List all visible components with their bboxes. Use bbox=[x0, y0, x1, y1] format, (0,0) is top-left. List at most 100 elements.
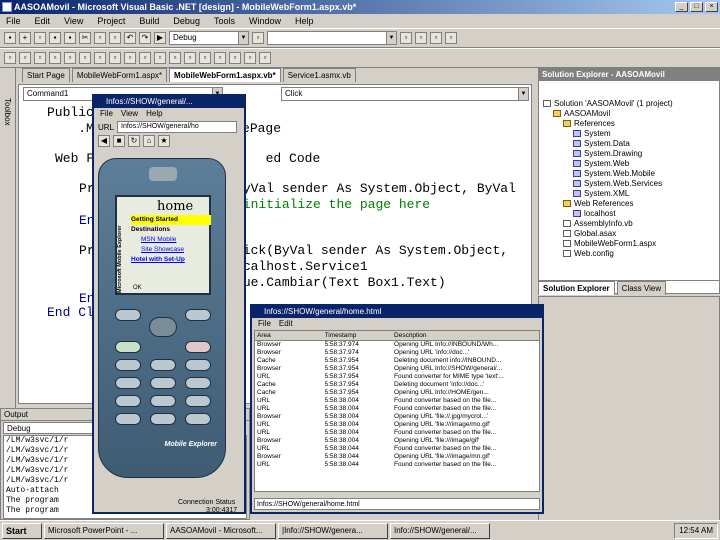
new-project-icon[interactable]: ▪ bbox=[4, 32, 16, 44]
emulator-menu-view[interactable]: View bbox=[121, 108, 138, 120]
tab-class-view[interactable]: Class View bbox=[616, 281, 667, 295]
tree-item[interactable]: System.Data bbox=[543, 139, 673, 149]
phone-key[interactable] bbox=[150, 413, 176, 425]
menu-help[interactable]: Help bbox=[295, 14, 314, 28]
menu-debug[interactable]: Debug bbox=[173, 14, 200, 28]
refresh-icon[interactable]: ↻ bbox=[128, 135, 140, 147]
class-view-icon[interactable]: ▫ bbox=[445, 32, 457, 44]
url-input[interactable]: Infos://SHOW/general/ho bbox=[117, 121, 238, 133]
tree-item[interactable]: Global.asax bbox=[543, 229, 673, 239]
back-icon[interactable]: ◀ bbox=[98, 135, 110, 147]
log-row[interactable]: Browser 5:58:38.004 Opening URL 'file://.j… bbox=[255, 413, 539, 421]
close-button[interactable]: × bbox=[705, 2, 718, 12]
tree-item[interactable]: System.XML bbox=[543, 189, 673, 199]
open-icon[interactable]: ▫ bbox=[34, 32, 46, 44]
add-item-icon[interactable]: + bbox=[19, 32, 31, 44]
cut-icon[interactable]: ✂ bbox=[79, 32, 91, 44]
phone-key[interactable] bbox=[150, 359, 176, 371]
log-row[interactable]: URL 5:58:38.004 Found converter based on t… bbox=[255, 397, 539, 405]
tab-start-page[interactable]: Start Page bbox=[22, 68, 70, 82]
tree-item[interactable]: System.Web bbox=[543, 159, 673, 169]
task-info1[interactable]: |Info://SHOW/genera... bbox=[278, 522, 388, 539]
log-row[interactable]: Cache 5:58:37.954 Opening URL Info://HOME/… bbox=[255, 389, 539, 397]
find-icon[interactable]: ▫ bbox=[252, 32, 264, 44]
task-info2[interactable]: Info://SHOW/general/... bbox=[390, 522, 490, 539]
tree-item[interactable]: Web References bbox=[543, 199, 673, 209]
tree-item[interactable]: Solution 'AASOAMovil' (1 project) bbox=[543, 99, 673, 109]
log-header-timestamp[interactable]: Timestamp bbox=[325, 331, 395, 340]
log-menu-edit[interactable]: Edit bbox=[279, 318, 293, 329]
menu-tools[interactable]: Tools bbox=[214, 14, 235, 28]
solution-config-select[interactable]: Debug ▼ bbox=[169, 31, 249, 45]
undo-icon[interactable]: ↶ bbox=[124, 32, 136, 44]
uncomment-icon[interactable]: ▫ bbox=[244, 52, 256, 64]
favorites-icon[interactable]: ★ bbox=[158, 135, 170, 147]
log-row[interactable]: URL 5:58:38.044 Found converter based on t… bbox=[255, 461, 539, 469]
phone-key[interactable] bbox=[185, 359, 211, 371]
copy-icon[interactable]: ▫ bbox=[94, 32, 106, 44]
phone-key[interactable] bbox=[185, 395, 211, 407]
log-row[interactable]: URL 5:58:38.044 Found converter based on t… bbox=[255, 445, 539, 453]
log-row[interactable]: Cache 5:58:37.954 Deleting document info:/… bbox=[255, 357, 539, 365]
tree-item[interactable]: System.Drawing bbox=[543, 149, 673, 159]
tree-item[interactable]: Web.config bbox=[543, 249, 673, 259]
size-height-icon[interactable]: ▫ bbox=[109, 52, 121, 64]
menu-view[interactable]: View bbox=[64, 14, 83, 28]
solution-explorer-icon[interactable]: ▫ bbox=[400, 32, 412, 44]
menu-edit[interactable]: Edit bbox=[35, 14, 51, 28]
size-width-icon[interactable]: ▫ bbox=[94, 52, 106, 64]
phone-call-key[interactable] bbox=[115, 341, 141, 353]
tree-item[interactable]: AssemblyInfo.vb bbox=[543, 219, 673, 229]
emulator-menu-help[interactable]: Help bbox=[146, 108, 162, 120]
indent-icon[interactable]: ▫ bbox=[199, 52, 211, 64]
phone-key[interactable] bbox=[115, 377, 141, 389]
tree-item[interactable]: AASOAMovil bbox=[543, 109, 673, 119]
log-header-description[interactable]: Description bbox=[394, 331, 539, 340]
log-row[interactable]: Browser 5:58:38.004 Opening URL 'file:///i… bbox=[255, 437, 539, 445]
align-top-icon[interactable]: ▫ bbox=[49, 52, 61, 64]
tab-service1[interactable]: Service1.asmx.vb bbox=[282, 68, 356, 82]
phone-key[interactable] bbox=[115, 395, 141, 407]
tree-item[interactable]: localhost bbox=[543, 209, 673, 219]
maximize-button[interactable]: □ bbox=[690, 2, 703, 12]
menu-file[interactable]: File bbox=[6, 14, 21, 28]
align-left-icon[interactable]: ▫ bbox=[4, 52, 16, 64]
menu-window[interactable]: Window bbox=[249, 14, 281, 28]
tree-item[interactable]: System.Web.Services bbox=[543, 179, 673, 189]
minimize-button[interactable]: _ bbox=[675, 2, 688, 12]
bookmark-icon[interactable]: ▫ bbox=[259, 52, 271, 64]
task-vs[interactable]: AASOAMovil - Microsoft... bbox=[166, 522, 276, 539]
phone-key[interactable] bbox=[185, 377, 211, 389]
emulator-menu-file[interactable]: File bbox=[100, 108, 113, 120]
redo-icon[interactable]: ↷ bbox=[139, 32, 151, 44]
tab-mobilewebform-vb[interactable]: MobileWebForm1.aspx.vb* bbox=[169, 68, 281, 82]
tree-item[interactable]: System.Web.Mobile bbox=[543, 169, 673, 179]
log-row[interactable]: Browser 5:58:38.044 Opening URL 'file:///i… bbox=[255, 453, 539, 461]
toolbox-icon[interactable]: ▫ bbox=[430, 32, 442, 44]
phone-key[interactable] bbox=[115, 413, 141, 425]
align-center-icon[interactable]: ▫ bbox=[19, 52, 31, 64]
comment-icon[interactable]: ▫ bbox=[229, 52, 241, 64]
phone-end-key[interactable] bbox=[185, 341, 211, 353]
tree-item[interactable]: References bbox=[543, 119, 673, 129]
event-select[interactable]: Click ▼ bbox=[281, 87, 529, 101]
tab-mobilewebform-aspx[interactable]: MobileWebForm1.aspx* bbox=[71, 68, 168, 82]
log-row[interactable]: Browser 5:58:37.974 Opening URL 'info://do… bbox=[255, 349, 539, 357]
paste-icon[interactable]: ▫ bbox=[109, 32, 121, 44]
phone-key[interactable] bbox=[115, 359, 141, 371]
send-back-icon[interactable]: ▫ bbox=[169, 52, 181, 64]
log-header-area[interactable]: Area bbox=[255, 331, 325, 340]
bring-front-icon[interactable]: ▫ bbox=[154, 52, 166, 64]
find-combo[interactable]: ▼ bbox=[267, 31, 397, 45]
menu-build[interactable]: Build bbox=[139, 14, 159, 28]
align-right-icon[interactable]: ▫ bbox=[34, 52, 46, 64]
save-icon[interactable]: ▪ bbox=[49, 32, 61, 44]
log-row[interactable]: URL 5:58:38.004 Opening URL 'file:///image… bbox=[255, 421, 539, 429]
phone-key[interactable] bbox=[150, 395, 176, 407]
save-all-icon[interactable]: ▪ bbox=[64, 32, 76, 44]
size-both-icon[interactable]: ▫ bbox=[124, 52, 136, 64]
log-row[interactable]: URL 5:58:38.004 Found converter based on t… bbox=[255, 405, 539, 413]
phone-softkey-left[interactable] bbox=[115, 309, 141, 321]
outdent-icon[interactable]: ▫ bbox=[214, 52, 226, 64]
spacing-icon[interactable]: ▫ bbox=[139, 52, 151, 64]
